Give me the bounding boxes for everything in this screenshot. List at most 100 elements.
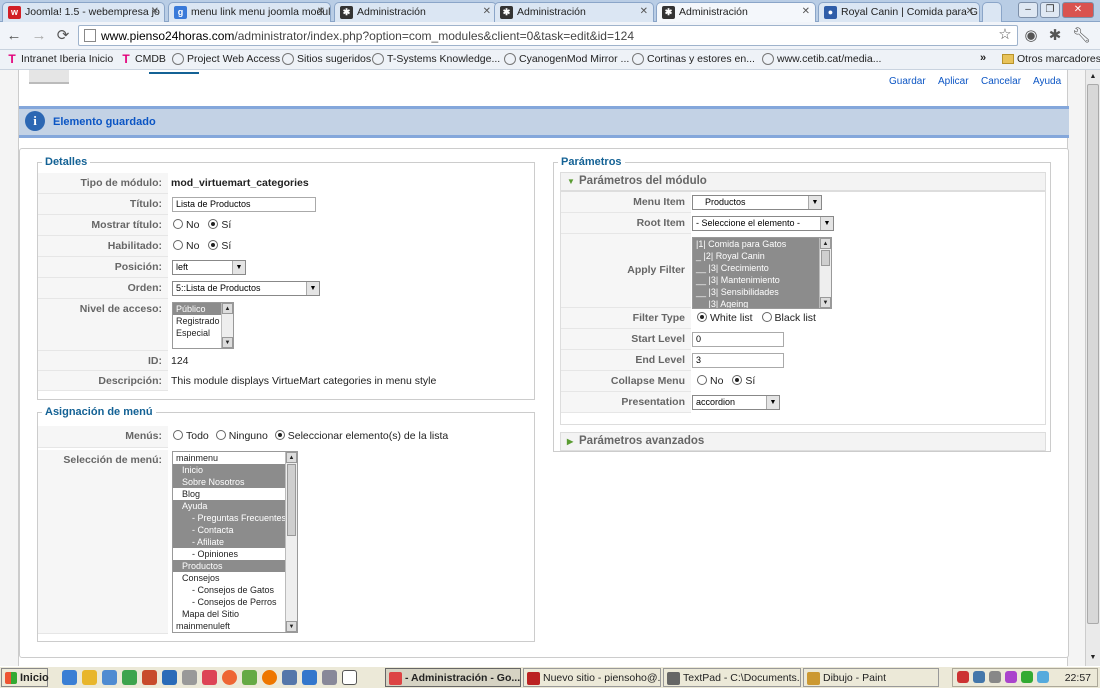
browser-tab[interactable]: w Joomla! 1.5 - webempresa jo ✕: [2, 2, 165, 22]
cancel-button[interactable]: Cancelar: [981, 76, 1021, 87]
bookmark-item[interactable]: Project Web Access: [172, 53, 280, 65]
menu-option[interactable]: mainmenuleft: [173, 620, 285, 632]
bookmark-item[interactable]: T CMDB: [120, 53, 166, 65]
office-icon[interactable]: [142, 670, 157, 685]
people-icon[interactable]: [302, 670, 317, 685]
new-tab-button[interactable]: [982, 2, 1002, 22]
filter-option[interactable]: _ |2| Royal Canin: [693, 250, 819, 262]
bug-icon[interactable]: ✱: [1046, 27, 1064, 45]
menus-none-radio[interactable]: [215, 430, 226, 440]
menu-option[interactable]: Productos: [173, 560, 285, 572]
end-level-input[interactable]: 3: [692, 353, 784, 368]
back-icon[interactable]: ←: [5, 27, 23, 45]
chrome-quick-icon[interactable]: [222, 670, 237, 685]
desktop-icon[interactable]: [102, 670, 117, 685]
bookmarks-overflow-icon[interactable]: »: [980, 52, 986, 64]
position-select[interactable]: left ▼: [172, 260, 246, 275]
advanced-params-header[interactable]: ▶ Parámetros avanzados: [560, 432, 1046, 451]
bookmark-item[interactable]: CyanogenMod Mirror ...: [504, 53, 629, 65]
word-icon[interactable]: [342, 670, 357, 685]
menu-option[interactable]: Inicio: [173, 464, 285, 476]
minimize-button[interactable]: –: [1018, 2, 1038, 18]
close-icon[interactable]: ✕: [151, 6, 159, 17]
collapse-no-radio[interactable]: [697, 375, 707, 385]
menus-all-radio[interactable]: [173, 430, 183, 440]
start-level-input[interactable]: 0: [692, 332, 784, 347]
settings-icon[interactable]: [182, 670, 197, 685]
close-icon[interactable]: ✕: [640, 6, 648, 17]
bookmark-item[interactable]: www.cetib.cat/media...: [762, 53, 881, 65]
page-scrollbar[interactable]: ▲ ▼: [1085, 70, 1100, 666]
start-button[interactable]: Inicio: [1, 668, 49, 687]
menu-option[interactable]: Sobre Nosotros: [173, 476, 285, 488]
browser-tab[interactable]: ✱ Administración ✕: [334, 2, 497, 22]
black-list-radio[interactable]: [761, 312, 772, 322]
app-icon[interactable]: [162, 670, 177, 685]
menus-select-radio[interactable]: [274, 430, 285, 440]
browser-tab[interactable]: ✱ Administración ✕: [656, 2, 816, 22]
menu-option[interactable]: Mapa del Sitio: [173, 608, 285, 620]
tray-app-icon[interactable]: [1005, 671, 1017, 683]
order-select[interactable]: 5::Lista de Productos ▼: [172, 281, 320, 296]
scroll-thumb[interactable]: [1087, 84, 1099, 624]
media-icon[interactable]: [202, 670, 217, 685]
tray-info-icon[interactable]: [1037, 671, 1049, 683]
taskbar-task[interactable]: TextPad - C:\Documents...: [663, 668, 801, 687]
forward-icon[interactable]: →: [30, 27, 48, 45]
presentation-select[interactable]: accordion ▼: [692, 395, 780, 410]
show-title-no-radio[interactable]: [173, 219, 183, 229]
taskbar-task[interactable]: - Administración - Go...: [385, 668, 521, 687]
save-button[interactable]: Guardar: [889, 76, 926, 87]
tray-network-icon[interactable]: [973, 671, 985, 683]
scroll-up-icon[interactable]: ▲: [1087, 71, 1099, 83]
filter-option[interactable]: __ |3| Sensibilidades: [693, 286, 819, 298]
tray-volume-icon[interactable]: [989, 671, 1001, 683]
menu-option[interactable]: mainmenu: [173, 452, 285, 464]
menu-option[interactable]: - Consejos de Gatos: [173, 584, 285, 596]
menu-option[interactable]: - Opiniones: [173, 548, 285, 560]
menu-option[interactable]: - Preguntas Frecuentes: [173, 512, 286, 524]
close-icon[interactable]: ✕: [317, 6, 325, 17]
browser-tab[interactable]: ✱ Administración ✕: [494, 2, 654, 22]
menu-option[interactable]: - Afiliate: [173, 536, 285, 548]
tray-shield-icon[interactable]: [957, 671, 969, 683]
bookmark-item[interactable]: Cortinas y estores en...: [632, 53, 755, 65]
ie-icon[interactable]: [62, 670, 77, 685]
taskbar-task[interactable]: Dibujo - Paint: [803, 668, 939, 687]
access-listbox[interactable]: Público Registrado Especial ▲ ▼: [172, 302, 234, 349]
filter-option[interactable]: __ |3| Crecimiento: [693, 262, 819, 274]
bookmark-item[interactable]: T-Systems Knowledge...: [372, 53, 500, 65]
close-icon[interactable]: ✕: [966, 6, 974, 17]
menu-selection-listbox[interactable]: mainmenu Inicio Sobre Nosotros Blog Ayuda - P…: [172, 451, 298, 633]
menu-item-select[interactable]: Productos ▼: [692, 195, 822, 210]
wrench-icon[interactable]: 🔧︎: [1072, 27, 1091, 45]
enabled-no-radio[interactable]: [173, 240, 183, 250]
browser-tab[interactable]: ● Royal Canin | Comida para G ✕: [818, 2, 980, 22]
close-window-button[interactable]: ✕: [1062, 2, 1094, 18]
menu-option[interactable]: Blog: [173, 488, 285, 500]
tray-security-icon[interactable]: [1021, 671, 1033, 683]
taskbar-task[interactable]: Nuevo sitio - piensoho@...: [523, 668, 661, 687]
menu-option[interactable]: - Consejos de Perros: [173, 596, 285, 608]
module-params-header[interactable]: ▼ Parámetros del módulo: [560, 172, 1046, 191]
filter-option[interactable]: |1| Comida para Gatos: [693, 238, 819, 250]
white-list-radio[interactable]: [697, 312, 707, 322]
browser-tab[interactable]: g menu link menu joomla modul ✕: [168, 2, 331, 22]
bookmark-item[interactable]: Sitios sugeridos: [282, 53, 371, 65]
show-title-yes-radio[interactable]: [208, 219, 219, 229]
menu-option[interactable]: Consejos: [173, 572, 285, 584]
extension-icon[interactable]: ◉: [1022, 27, 1040, 45]
maximize-button[interactable]: ❐: [1040, 2, 1060, 18]
messenger-icon[interactable]: [122, 670, 137, 685]
scroll-down-icon[interactable]: ▼: [1087, 652, 1099, 664]
collapse-yes-radio[interactable]: [732, 375, 743, 385]
menu-option[interactable]: - Contacta: [173, 524, 285, 536]
network-icon[interactable]: [282, 670, 297, 685]
enabled-yes-radio[interactable]: [208, 240, 219, 250]
firefox-icon[interactable]: [262, 670, 277, 685]
other-bookmarks[interactable]: Otros marcadores: [1002, 53, 1100, 65]
star-icon[interactable]: ☆: [996, 26, 1014, 44]
address-bar[interactable]: www.pienso24horas.com/administrator/inde…: [78, 25, 1018, 46]
help-button[interactable]: Ayuda: [1033, 76, 1061, 87]
close-icon[interactable]: ✕: [483, 6, 491, 17]
